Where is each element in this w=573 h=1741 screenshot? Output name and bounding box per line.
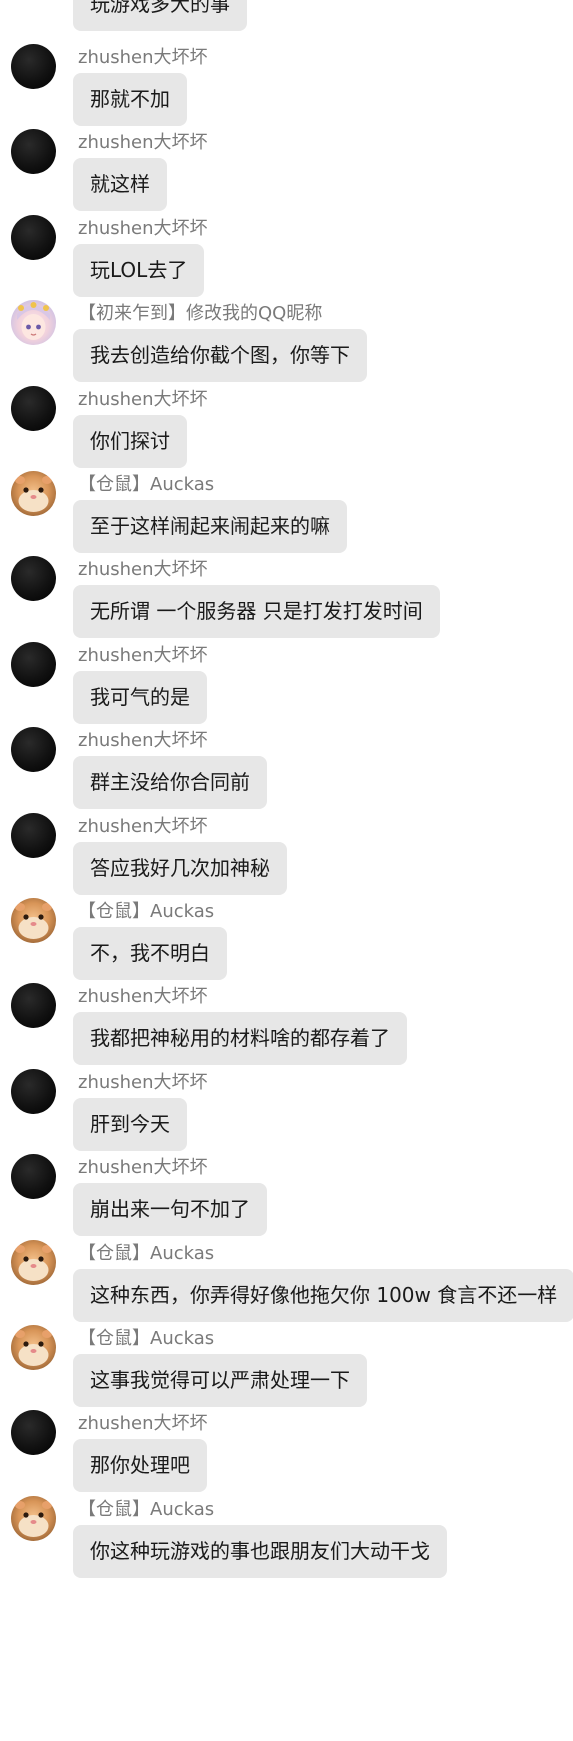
dark-avatar[interactable]: [11, 44, 56, 89]
dark-avatar[interactable]: [11, 1154, 56, 1199]
dark-avatar[interactable]: [11, 386, 56, 431]
message-bubble[interactable]: 你这种玩游戏的事也跟朋友们大动干戈: [73, 1525, 447, 1578]
dark-avatar[interactable]: [11, 1069, 56, 1114]
sender-name: zhushen大坏坏: [78, 218, 208, 239]
chat-message: zhushen大坏坏我都把神秘用的材料啥的都存着了: [0, 983, 573, 1078]
message-bubble[interactable]: 这种东西，你弄得好像他拖欠你 100w 食言不还一样: [73, 1269, 573, 1322]
message-bubble[interactable]: 你们探讨: [73, 415, 187, 468]
hamster-avatar[interactable]: [11, 1325, 56, 1370]
message-bubble[interactable]: 肝到今天: [73, 1098, 187, 1151]
hamster-avatar[interactable]: [11, 1496, 56, 1541]
sender-name: zhushen大坏坏: [78, 645, 208, 666]
chat-message: zhushen大坏坏群主没给你合同前: [0, 727, 573, 822]
hamster-avatar[interactable]: [11, 471, 56, 516]
chat-message: zhushen大坏坏肝到今天: [0, 1069, 573, 1164]
chat-message: zhushen大坏坏那就不加: [0, 44, 573, 139]
dark-avatar[interactable]: [11, 983, 56, 1028]
chat-message: 【仓鼠】Auckas 不，我不明白: [0, 898, 573, 993]
sender-name: zhushen大坏坏: [78, 559, 208, 580]
message-bubble[interactable]: 答应我好几次加神秘: [73, 842, 287, 895]
chat-message: zhushen大坏坏就这样: [0, 129, 573, 224]
message-bubble[interactable]: 我可气的是: [73, 671, 207, 724]
dark-avatar[interactable]: [11, 1410, 56, 1455]
sender-name: 【仓鼠】Auckas: [78, 474, 215, 495]
sender-name: zhushen大坏坏: [78, 1157, 208, 1178]
chat-message: zhushen大坏坏玩LOL去了: [0, 215, 573, 310]
chat-message: 【仓鼠】Auckas 这种东西，你弄得好像他拖欠你 100w 食言不还一样: [0, 1240, 573, 1335]
chat-message: zhushen大坏坏答应我好几次加神秘: [0, 813, 573, 908]
chat-message-list: 玩游戏多大的事 zhushen大坏坏 那就不加 zhushen大坏坏 就这样 zhush…: [0, 0, 573, 1741]
message-bubble[interactable]: 不，我不明白: [73, 927, 227, 980]
sender-name: zhushen大坏坏: [78, 389, 208, 410]
dark-avatar[interactable]: [11, 556, 56, 601]
chat-message: zhushen大坏坏无所谓 一个服务器 只是打发打发时间: [0, 556, 573, 651]
sender-name: zhushen大坏坏: [78, 1413, 208, 1434]
dark-avatar[interactable]: [11, 813, 56, 858]
chat-message: 【仓鼠】Auckas 你这种玩游戏的事也跟朋友们大动干戈: [0, 1496, 573, 1591]
dark-avatar[interactable]: [11, 129, 56, 174]
chat-message: zhushen大坏坏那你处理吧: [0, 1410, 573, 1505]
sender-name: 【初来乍到】修改我的QQ昵称: [78, 303, 323, 324]
hamster-avatar[interactable]: [11, 1240, 56, 1285]
dark-avatar[interactable]: [11, 727, 56, 772]
sender-name: zhushen大坏坏: [78, 730, 208, 751]
sender-name: 【仓鼠】Auckas: [78, 901, 215, 922]
message-bubble[interactable]: 这事我觉得可以严肃处理一下: [73, 1354, 367, 1407]
chat-message: 【仓鼠】Auckas 至于这样闹起来闹起来的嘛: [0, 471, 573, 566]
sender-name: zhushen大坏坏: [78, 47, 208, 68]
message-bubble[interactable]: 玩LOL去了: [73, 244, 205, 297]
message-bubble[interactable]: 就这样: [73, 158, 167, 211]
dark-avatar[interactable]: [11, 215, 56, 260]
sender-name: 【仓鼠】Auckas: [78, 1499, 215, 1520]
message-bubble[interactable]: 无所谓 一个服务器 只是打发打发时间: [73, 585, 440, 638]
sender-name: zhushen大坏坏: [78, 986, 208, 1007]
chat-message: zhushen大坏坏你们探讨: [0, 386, 573, 481]
sender-name: 【仓鼠】Auckas: [78, 1243, 215, 1264]
sender-name: zhushen大坏坏: [78, 816, 208, 837]
chat-message: 【初来乍到】修改我的QQ昵称我去创造给你截个图，你等下: [0, 300, 573, 395]
dark-avatar[interactable]: [11, 642, 56, 687]
anime-avatar[interactable]: [11, 300, 56, 345]
message-bubble[interactable]: 崩出来一句不加了: [73, 1183, 267, 1236]
message-bubble[interactable]: 群主没给你合同前: [73, 756, 267, 809]
sender-name: 【仓鼠】Auckas: [78, 1328, 215, 1349]
message-bubble-previous[interactable]: 玩游戏多大的事: [73, 0, 247, 31]
message-bubble[interactable]: 我去创造给你截个图，你等下: [73, 329, 367, 382]
message-bubble[interactable]: 我都把神秘用的材料啥的都存着了: [73, 1012, 407, 1065]
chat-message: 【仓鼠】Auckas 这事我觉得可以严肃处理一下: [0, 1325, 573, 1420]
sender-name: zhushen大坏坏: [78, 132, 208, 153]
chat-message: zhushen大坏坏崩出来一句不加了: [0, 1154, 573, 1249]
message-bubble[interactable]: 那你处理吧: [73, 1439, 207, 1492]
message-bubble[interactable]: 那就不加: [73, 73, 187, 126]
hamster-avatar[interactable]: [11, 898, 56, 943]
message-bubble[interactable]: 至于这样闹起来闹起来的嘛: [73, 500, 347, 553]
chat-message: zhushen大坏坏我可气的是: [0, 642, 573, 737]
sender-name: zhushen大坏坏: [78, 1072, 208, 1093]
